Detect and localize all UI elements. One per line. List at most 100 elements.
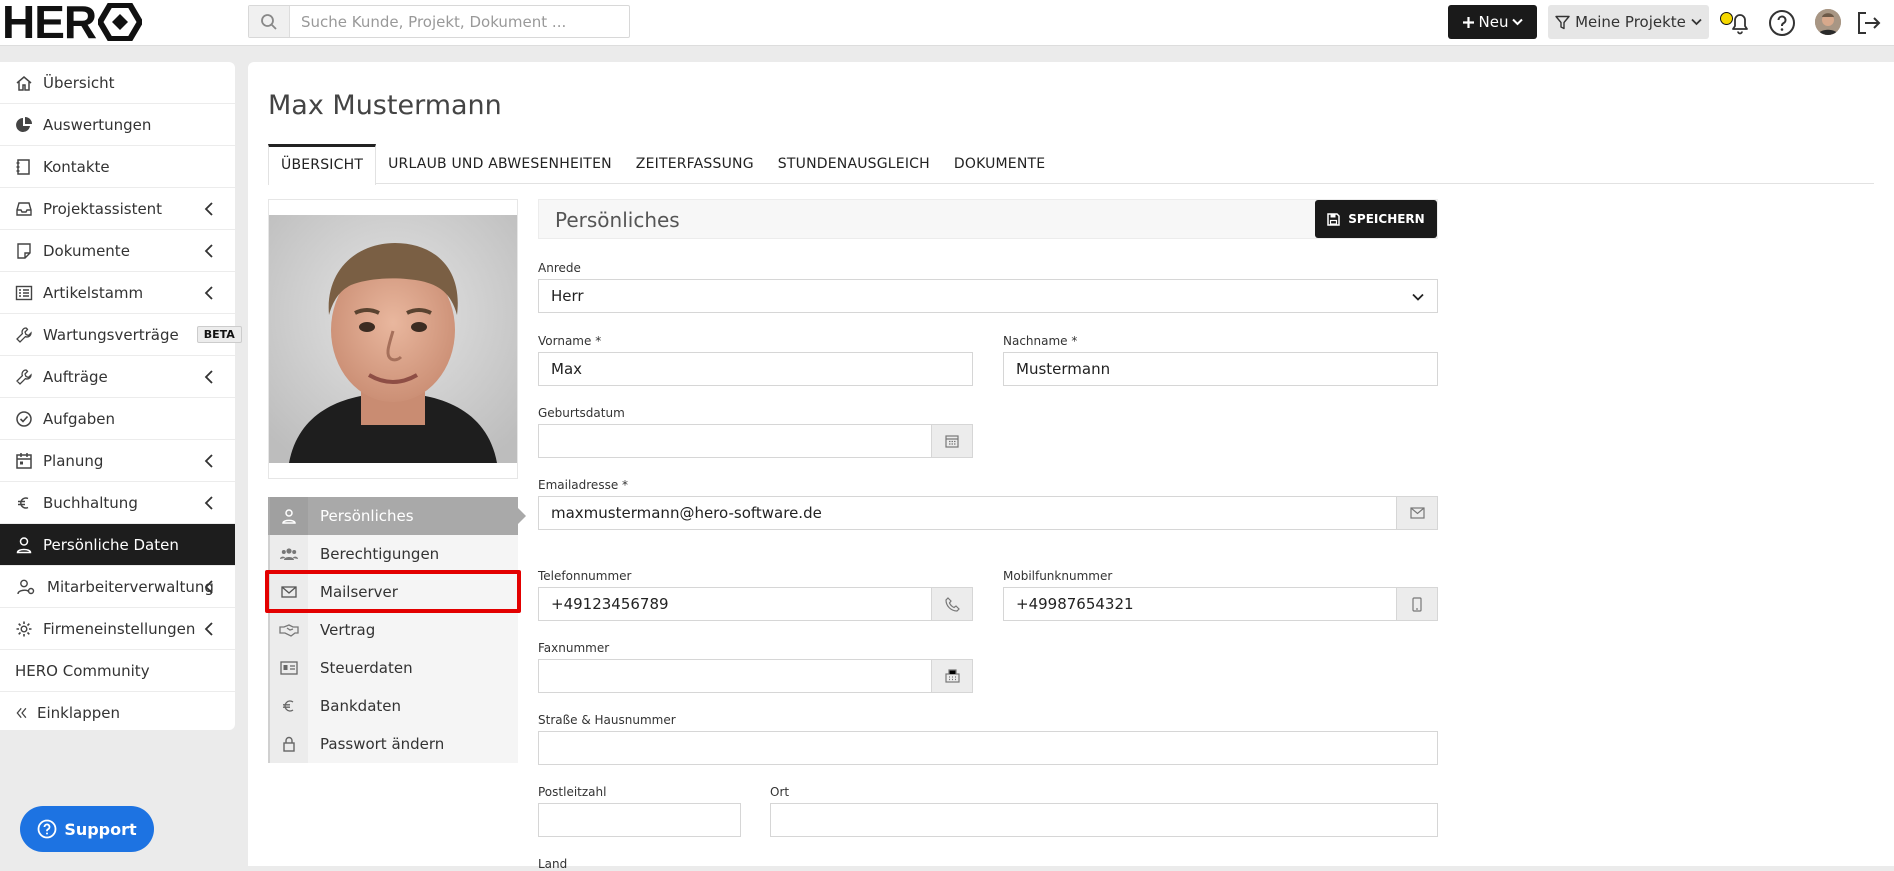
- anrede-select[interactable]: Herr: [538, 279, 1438, 313]
- chevron-down-icon: [1512, 18, 1524, 26]
- my-projects-label: Meine Projekte: [1575, 13, 1686, 31]
- submenu-vertrag[interactable]: Vertrag: [268, 611, 518, 649]
- sidebar-item-artikelstamm[interactable]: Artikelstamm: [0, 272, 235, 314]
- submenu-mailserver[interactable]: Mailserver: [268, 573, 518, 611]
- plz-input[interactable]: [538, 803, 741, 837]
- sidebar-item-firmeneinstellungen[interactable]: Firmeneinstellungen: [0, 608, 235, 650]
- submenu-persoenliches[interactable]: Persönliches: [268, 497, 526, 535]
- check-circle-icon: [16, 410, 32, 427]
- euro-icon: [18, 496, 29, 509]
- submenu-label: Persönliches: [320, 507, 414, 525]
- search-icon[interactable]: [249, 6, 290, 37]
- vorname-input[interactable]: Max: [538, 352, 973, 386]
- profile-photo[interactable]: [269, 215, 517, 463]
- email-input[interactable]: maxmustermann@hero-software.de: [538, 496, 1438, 530]
- submenu-steuerdaten[interactable]: Steuerdaten: [268, 649, 518, 687]
- logout-icon[interactable]: [1854, 9, 1882, 37]
- chevron-down-icon: [1691, 18, 1702, 26]
- hero-logo[interactable]: HER: [2, 0, 143, 48]
- sidebar-item-auswertungen[interactable]: Auswertungen: [0, 104, 235, 146]
- submenu-berechtigungen[interactable]: Berechtigungen: [268, 535, 518, 573]
- mobil-input[interactable]: +49987654321: [1003, 587, 1438, 621]
- sidebar-item-label: Planung: [43, 451, 104, 470]
- sidebar-item-label: Dokumente: [43, 241, 130, 260]
- my-projects-filter-button[interactable]: Meine Projekte: [1548, 5, 1709, 39]
- save-button-label: SPEICHERN: [1348, 212, 1425, 226]
- calendar-icon[interactable]: [931, 425, 972, 457]
- sidebar-item-label: Übersicht: [43, 73, 115, 92]
- submenu-label: Berechtigungen: [320, 545, 440, 563]
- fax-input[interactable]: [538, 659, 973, 693]
- support-label: Support: [64, 819, 137, 839]
- phone-icon: [931, 588, 972, 620]
- telefon-input[interactable]: +49123456789: [538, 587, 973, 621]
- anrede-value: Herr: [551, 287, 584, 305]
- fax-label: Faxnummer: [538, 641, 610, 655]
- submenu-label: Steuerdaten: [320, 659, 413, 677]
- pie-chart-icon: [16, 116, 32, 132]
- nachname-label: Nachname *: [1003, 334, 1078, 348]
- sidebar-item-label: Projektassistent: [43, 199, 163, 218]
- sidebar-item-kontakte[interactable]: Kontakte: [0, 146, 235, 188]
- sidebar-item-label: Artikelstamm: [43, 283, 144, 302]
- wrench-icon: [16, 326, 32, 343]
- chevron-left-icon: [204, 202, 213, 216]
- ort-input[interactable]: [770, 803, 1438, 837]
- sidebar-item-hero-community[interactable]: HERO Community: [0, 650, 235, 692]
- double-chevron-left-icon: [16, 707, 27, 719]
- tab-uebersicht[interactable]: Übersicht: [268, 144, 377, 185]
- save-button[interactable]: SPEICHERN: [1315, 200, 1437, 238]
- wrench-icon: [16, 368, 32, 385]
- support-button[interactable]: Support: [20, 806, 154, 852]
- sidebar-item-label: Mitarbeiterverwaltung: [47, 577, 214, 596]
- sidebar-item-label: Auswertungen: [43, 115, 152, 134]
- tab-urlaub-und-abwesenheiten[interactable]: Urlaub und Abwesenheiten: [376, 144, 624, 184]
- sidebar-item-einklappen[interactable]: Einklappen: [0, 692, 235, 734]
- help-icon[interactable]: [1768, 9, 1796, 37]
- sidebar-item-mitarbeiterverwaltung[interactable]: Mitarbeiterverwaltung: [0, 566, 235, 608]
- sidebar-item-dokumente[interactable]: Dokumente: [0, 230, 235, 272]
- sidebar-item-auftraege[interactable]: Aufträge: [0, 356, 235, 398]
- logo-text: HER: [2, 0, 97, 48]
- chevron-left-icon: [204, 244, 213, 258]
- chevron-left-icon: [204, 622, 213, 636]
- sidebar-item-uebersicht[interactable]: Übersicht: [0, 62, 235, 104]
- email-label: Emailadresse *: [538, 478, 629, 492]
- tab-dokumente[interactable]: Dokumente: [942, 144, 1057, 184]
- tab-stundenausgleich[interactable]: Stundenausgleich: [766, 144, 942, 184]
- nachname-input[interactable]: Mustermann: [1003, 352, 1438, 386]
- sidebar-item-aufgaben[interactable]: Aufgaben: [0, 398, 235, 440]
- geburtsdatum-input[interactable]: [538, 424, 973, 458]
- document-icon: [17, 242, 31, 259]
- search-input[interactable]: [291, 6, 629, 37]
- euro-icon: [283, 700, 294, 712]
- submenu-bankdaten[interactable]: Bankdaten: [268, 687, 518, 725]
- mobil-label: Mobilfunknummer: [1003, 569, 1113, 583]
- address-book-icon: [16, 158, 30, 175]
- chevron-left-icon: [204, 286, 213, 300]
- sidebar-item-projektassistent[interactable]: Projektassistent: [0, 188, 235, 230]
- tab-zeiterfassung[interactable]: Zeiterfassung: [624, 144, 766, 184]
- users-cog-icon: [17, 579, 35, 594]
- lock-icon: [283, 736, 295, 752]
- users-icon: [280, 548, 298, 560]
- sidebar-item-label: Wartungsverträge: [43, 325, 179, 344]
- chevron-down-icon: [1412, 293, 1424, 301]
- sidebar-item-buchhaltung[interactable]: Buchhaltung: [0, 482, 235, 524]
- mobile-phone-icon: [1396, 588, 1437, 620]
- email-value: maxmustermann@hero-software.de: [551, 504, 822, 522]
- chevron-left-icon: [204, 580, 213, 594]
- gear-icon: [16, 621, 32, 636]
- sidebar-item-wartungsvertraege[interactable]: Wartungsverträge BETA: [0, 314, 242, 356]
- submenu-label: Vertrag: [320, 621, 376, 639]
- new-button[interactable]: Neu: [1448, 5, 1537, 39]
- sidebar-item-persoenliche-daten[interactable]: Persönliche Daten: [0, 524, 235, 566]
- user-avatar[interactable]: [1815, 9, 1841, 35]
- calendar-icon: [16, 452, 32, 469]
- chevron-left-icon: [204, 454, 213, 468]
- strasse-input[interactable]: [538, 731, 1438, 765]
- user-icon: [16, 536, 32, 553]
- submenu-passwort-aendern[interactable]: Passwort ändern: [268, 725, 518, 763]
- sidebar-item-planung[interactable]: Planung: [0, 440, 235, 482]
- main-content: Max Mustermann Übersicht Urlaub und Abwe…: [248, 62, 1894, 871]
